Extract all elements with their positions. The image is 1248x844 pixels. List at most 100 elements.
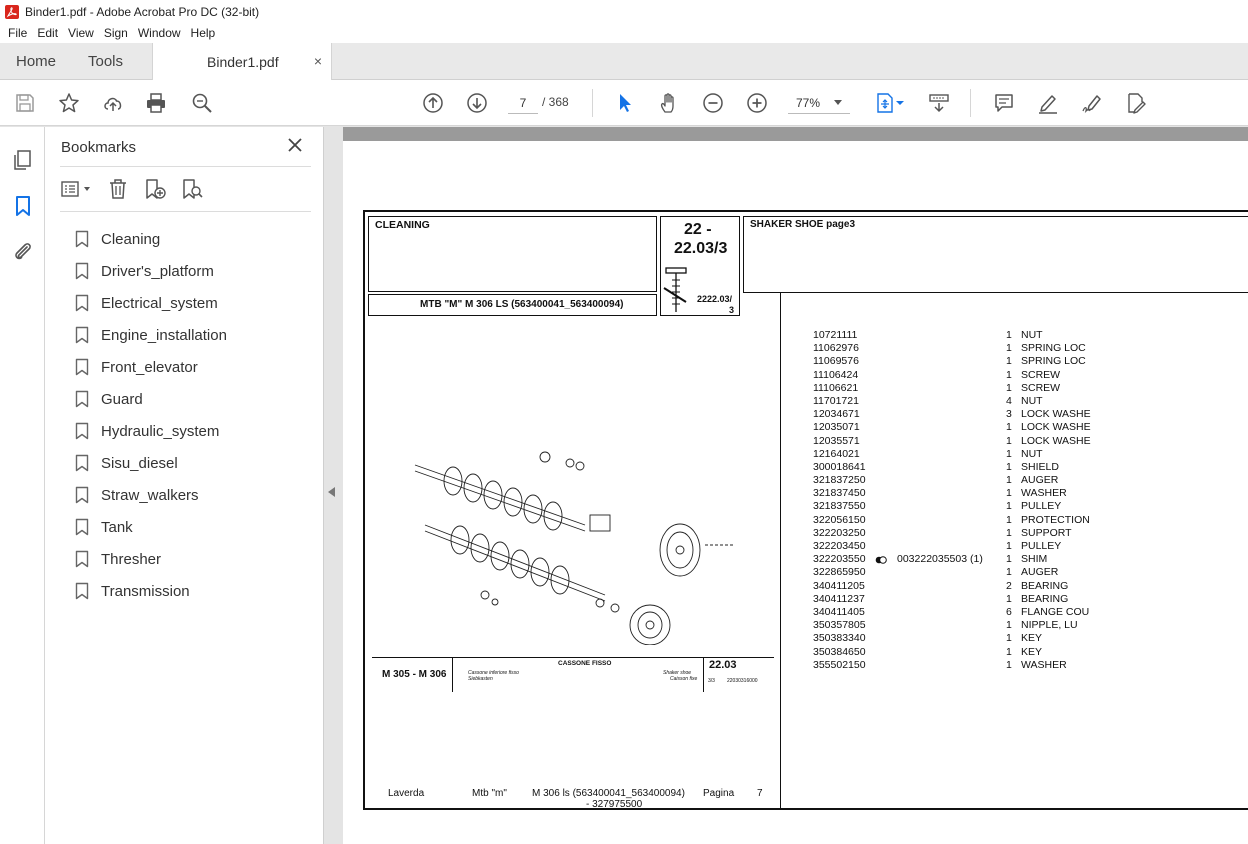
tab-close-button[interactable]: × bbox=[314, 53, 322, 69]
new-bookmark-icon[interactable] bbox=[143, 177, 167, 201]
menu-window[interactable]: Window bbox=[138, 26, 181, 40]
bookmark-item[interactable]: Thresher bbox=[75, 543, 227, 575]
part-code: 11701721 bbox=[813, 394, 859, 407]
part-description: WASHER bbox=[1021, 658, 1067, 671]
previous-page-icon[interactable] bbox=[421, 91, 445, 115]
bookmark-label: Transmission bbox=[101, 582, 190, 600]
bookmark-item[interactable]: Electrical_system bbox=[75, 287, 227, 319]
toolbar-divider bbox=[592, 89, 593, 117]
bookmark-options-icon[interactable] bbox=[60, 177, 94, 201]
part-quantity: 1 bbox=[1006, 355, 1012, 368]
menu-edit[interactable]: Edit bbox=[37, 26, 58, 40]
sign-icon[interactable] bbox=[1080, 91, 1104, 115]
part-description: NIPPLE, LU bbox=[1021, 619, 1078, 632]
part-quantity: 1 bbox=[1006, 487, 1012, 500]
part-description: NUT bbox=[1021, 329, 1043, 341]
part-description: SHIM bbox=[1021, 553, 1048, 566]
part-description: AUGER bbox=[1021, 566, 1059, 579]
part-code: 12035571 bbox=[813, 434, 860, 447]
bookmark-item[interactable]: Driver's_platform bbox=[75, 255, 227, 287]
pages-thumbnail-icon[interactable] bbox=[11, 148, 35, 172]
bookmark-item[interactable]: Cleaning bbox=[75, 223, 227, 255]
tab-home[interactable]: Home bbox=[16, 53, 56, 70]
menu-file[interactable]: File bbox=[8, 26, 27, 40]
part-code: 355502150 bbox=[813, 658, 866, 671]
part-description: FLANGE COU bbox=[1021, 605, 1090, 618]
footer-brand: Laverda bbox=[388, 788, 425, 799]
bookmark-item[interactable]: Straw_walkers bbox=[75, 479, 227, 511]
select-cursor-icon[interactable] bbox=[613, 91, 637, 115]
bookmark-label: Thresher bbox=[101, 550, 162, 568]
part-quantity: 4 bbox=[1006, 394, 1012, 407]
part-quantity: 1 bbox=[1006, 540, 1012, 552]
tab-document[interactable]: Binder1.pdf × bbox=[152, 43, 332, 80]
menu-help[interactable]: Help bbox=[191, 26, 216, 40]
part-code: 322056150 bbox=[813, 513, 866, 526]
star-bookmark-icon[interactable] bbox=[57, 91, 81, 115]
panel-divider bbox=[60, 166, 311, 167]
fit-page-icon[interactable] bbox=[873, 91, 897, 115]
menu-bar: File Edit View Sign Window Help bbox=[0, 23, 1248, 43]
tab-document-label: Binder1.pdf bbox=[207, 54, 279, 70]
collapse-panel-icon[interactable] bbox=[328, 487, 335, 497]
part-code: 322203450 bbox=[813, 540, 866, 552]
part-code: 321837550 bbox=[813, 500, 866, 513]
print-icon[interactable] bbox=[144, 91, 168, 115]
bookmark-panel-icon[interactable] bbox=[11, 194, 35, 218]
next-page-icon[interactable] bbox=[465, 91, 489, 115]
bookmark-item[interactable]: Tank bbox=[75, 511, 227, 543]
menu-sign[interactable]: Sign bbox=[104, 26, 128, 40]
bookmark-item[interactable]: Engine_installation bbox=[75, 319, 227, 351]
part-description: BEARING bbox=[1021, 592, 1069, 605]
search-zoom-icon[interactable] bbox=[190, 91, 214, 115]
part-quantity: 1 bbox=[1006, 342, 1012, 355]
part-code: 11106424 bbox=[813, 368, 859, 381]
part-code: 12164021 bbox=[813, 447, 860, 460]
bookmark-item[interactable]: Hydraulic_system bbox=[75, 415, 227, 447]
part-quantity: 1 bbox=[1006, 645, 1012, 658]
footer-series: Mtb "m" bbox=[472, 788, 507, 799]
hand-tool-icon[interactable] bbox=[657, 91, 681, 115]
upload-cloud-icon[interactable] bbox=[101, 91, 125, 115]
part-variant-code: 003222035503 (1) bbox=[897, 553, 983, 566]
fit-page-dropdown-icon[interactable] bbox=[895, 91, 905, 115]
bookmark-item[interactable]: Front_elevator bbox=[75, 351, 227, 383]
close-icon[interactable] bbox=[286, 136, 304, 154]
highlight-pen-icon[interactable] bbox=[1036, 91, 1060, 115]
footer-model: M 306 ls (563400041_563400094) bbox=[532, 788, 685, 799]
group-title: SHAKER SHOE page3 bbox=[750, 219, 856, 230]
chevron-down-icon[interactable] bbox=[834, 100, 842, 105]
symbol-label-1: 2222.03/ bbox=[697, 294, 733, 304]
save-icon[interactable] bbox=[13, 91, 37, 115]
main-toolbar: 7 / 368 77% bbox=[0, 80, 1248, 126]
bookmarks-panel-title: Bookmarks bbox=[61, 139, 137, 156]
zoom-out-icon[interactable] bbox=[701, 91, 725, 115]
bookmark-item[interactable]: Sisu_diesel bbox=[75, 447, 227, 479]
part-description: SCREW bbox=[1021, 368, 1061, 381]
bookmark-item[interactable]: Guard bbox=[75, 383, 227, 415]
part-description: KEY bbox=[1021, 632, 1043, 645]
page-number-input[interactable]: 7 bbox=[508, 92, 538, 114]
delete-bookmark-icon[interactable] bbox=[106, 177, 130, 201]
menu-view[interactable]: View bbox=[68, 26, 94, 40]
bookmark-icon bbox=[75, 294, 89, 312]
part-code: 340411405 bbox=[813, 605, 865, 618]
part-description: AUGER bbox=[1021, 474, 1059, 487]
section-title: CLEANING bbox=[375, 219, 430, 231]
bookmark-search-icon[interactable] bbox=[180, 177, 204, 201]
bookmark-item[interactable]: Transmission bbox=[75, 575, 227, 607]
bookmarks-toolbar bbox=[60, 177, 310, 203]
part-quantity: 1 bbox=[1006, 566, 1012, 579]
bookmark-icon bbox=[75, 358, 89, 376]
scroll-mode-icon[interactable] bbox=[927, 91, 951, 115]
zoom-in-icon[interactable] bbox=[745, 91, 769, 115]
part-quantity: 1 bbox=[1006, 513, 1012, 526]
comment-icon[interactable] bbox=[992, 91, 1016, 115]
attachment-icon[interactable] bbox=[11, 240, 35, 264]
drawing-sheet: 3/3 bbox=[708, 678, 715, 684]
fill-sign-icon[interactable] bbox=[1124, 91, 1148, 115]
drawing-title-line bbox=[372, 657, 774, 658]
part-description: PROTECTION bbox=[1021, 513, 1090, 526]
tab-tools[interactable]: Tools bbox=[88, 53, 123, 70]
part-description: WASHER bbox=[1021, 487, 1067, 500]
